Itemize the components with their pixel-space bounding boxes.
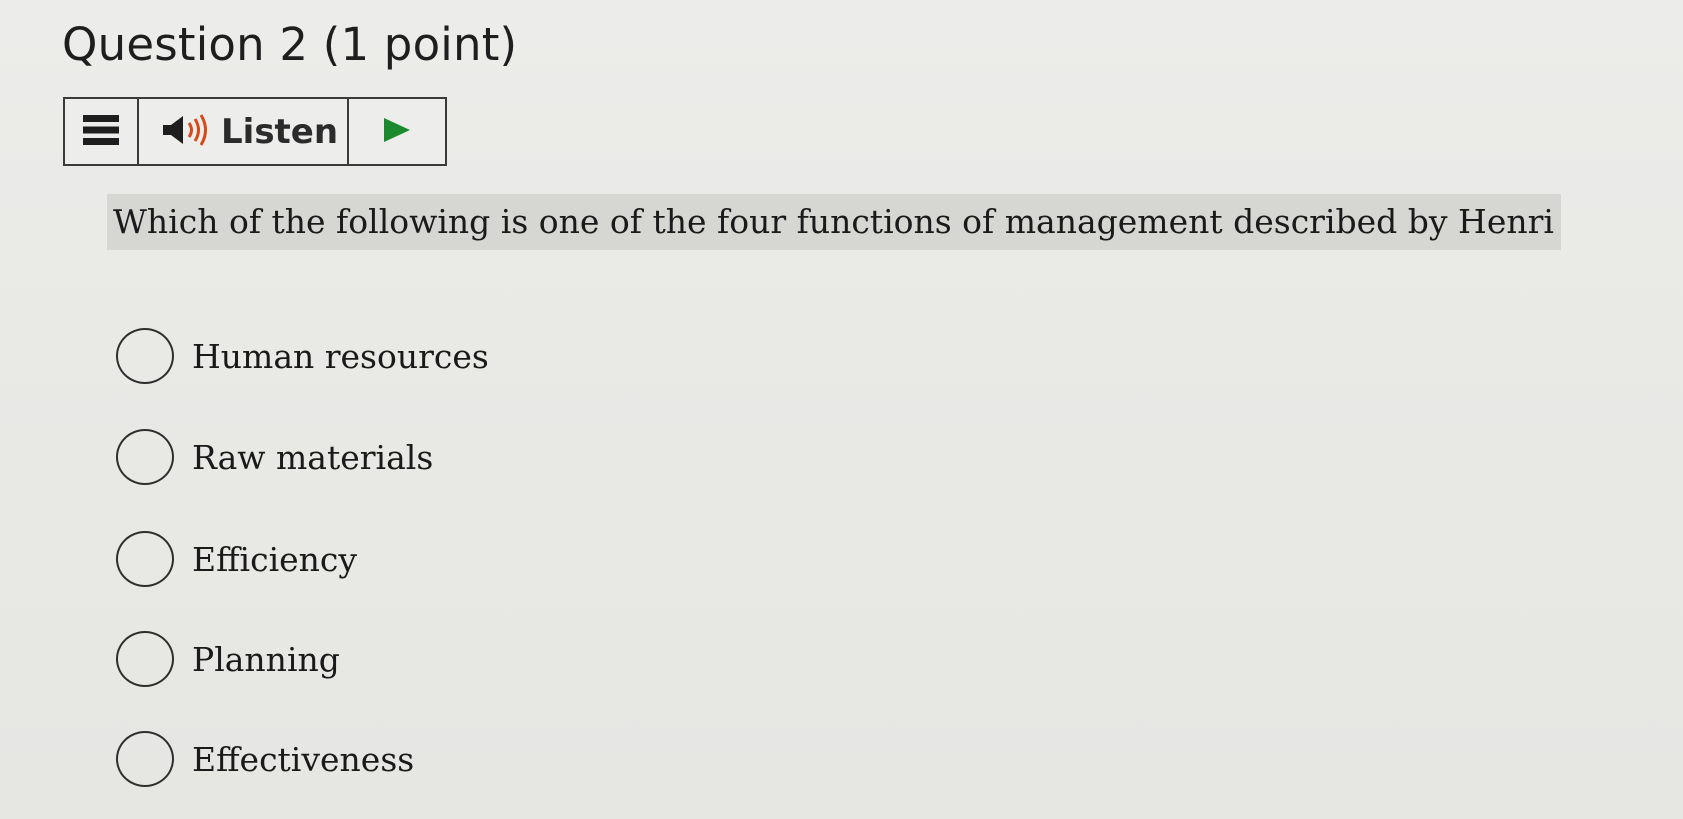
radio-button[interactable]: [116, 631, 174, 687]
option-effectiveness[interactable]: Effectiveness: [116, 729, 414, 789]
listen-toolbar: Listen: [63, 97, 447, 166]
option-label: Planning: [192, 639, 340, 679]
option-label: Effectiveness: [192, 739, 415, 779]
option-label: Raw materials: [192, 437, 434, 477]
play-icon: [382, 116, 412, 148]
question-title: Question 2 (1 point): [62, 18, 518, 71]
hamburger-menu-icon: [83, 113, 119, 151]
speaker-icon: [161, 113, 209, 151]
listen-button[interactable]: Listen: [139, 99, 349, 164]
question-text: Which of the following is one of the fou…: [107, 194, 1561, 250]
option-human-resources[interactable]: Human resources: [116, 326, 489, 386]
quiz-page: Question 2 (1 point) Listen Which of the…: [0, 0, 1683, 819]
radio-button[interactable]: [116, 531, 174, 587]
play-button[interactable]: [349, 99, 445, 164]
radio-button[interactable]: [116, 328, 174, 384]
option-planning[interactable]: Planning: [116, 629, 340, 689]
listen-menu-button[interactable]: [65, 99, 139, 164]
option-efficiency[interactable]: Efficiency: [116, 529, 357, 589]
option-label: Human resources: [192, 336, 489, 376]
option-label: Efficiency: [192, 539, 358, 579]
radio-button[interactable]: [116, 731, 174, 787]
option-raw-materials[interactable]: Raw materials: [116, 427, 433, 487]
radio-button[interactable]: [116, 429, 174, 485]
listen-label: Listen: [221, 111, 339, 152]
